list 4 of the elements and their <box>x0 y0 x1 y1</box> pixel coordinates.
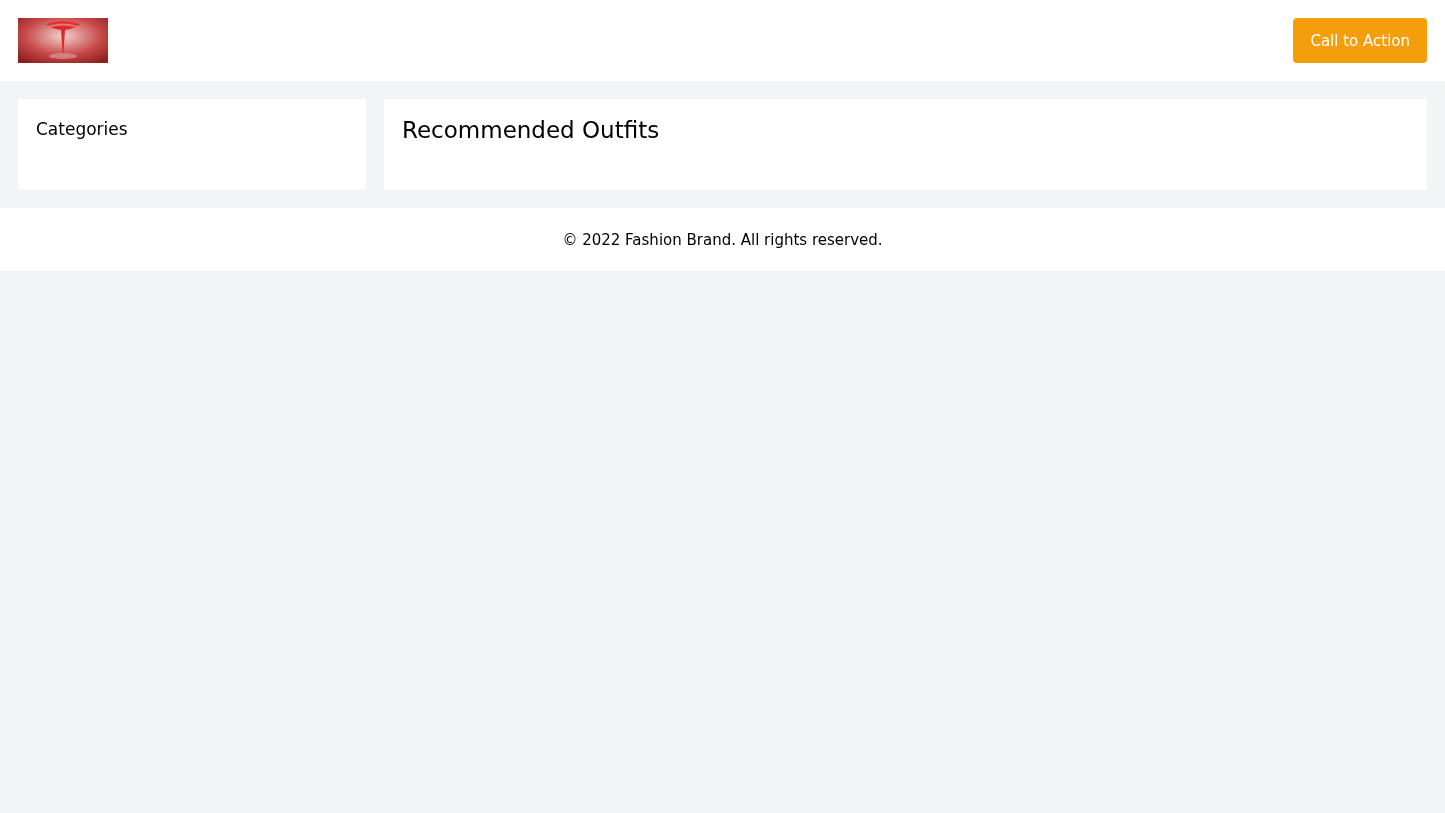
sidebar-title: Categories <box>36 119 128 139</box>
copyright-text: © 2022 Fashion Brand. All rights reserved. <box>562 230 883 249</box>
call-to-action-button[interactable]: Call to Action <box>1293 18 1427 63</box>
content-title: Recommended Outfits <box>402 117 660 143</box>
